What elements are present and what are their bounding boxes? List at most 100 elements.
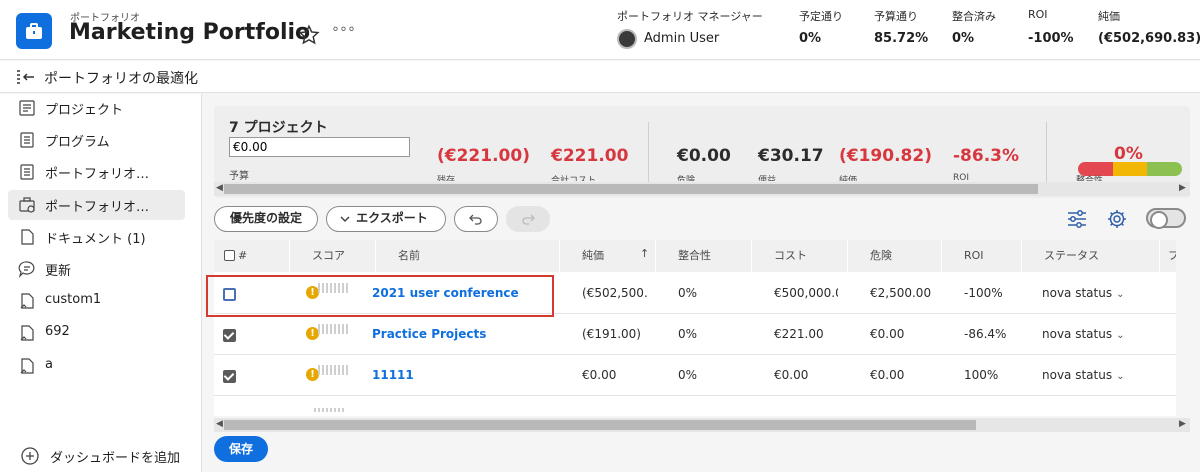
score-bars	[318, 365, 350, 375]
gear-icon[interactable]	[1106, 208, 1128, 230]
sidebar-item-label: プロジェクト	[45, 103, 124, 118]
net-value-label: 純価	[839, 176, 858, 181]
portfolio-header: ポートフォリオ Marketing Portfolio °°° ポートフォリオ …	[0, 0, 1200, 60]
view-toggle[interactable]	[1146, 208, 1186, 229]
cost-cell: €500,000.0	[774, 286, 838, 300]
net-value-cell: (€502,500.	[582, 286, 648, 300]
sub-header: ポートフォリオの最適化	[0, 61, 1200, 93]
sidebar-item-label: 更新	[45, 264, 72, 279]
risk-cell: €0.00	[870, 368, 905, 382]
custom-form-icon	[20, 293, 34, 309]
roi-label: ROI	[953, 173, 969, 181]
sliders-icon[interactable]	[1066, 208, 1088, 230]
sidebar-item-a[interactable]: a	[8, 351, 185, 381]
total-cost-label: 合計コスト	[551, 176, 597, 181]
column-header-score[interactable]: スコア	[290, 240, 376, 272]
risk-cell: €0.00	[870, 327, 905, 341]
favorite-star-icon[interactable]	[298, 24, 320, 46]
column-header-select[interactable]: #	[214, 240, 290, 272]
export-button[interactable]: エクスポート	[326, 206, 446, 232]
column-header-name[interactable]: 名前	[376, 240, 560, 272]
status-dropdown[interactable]: nova status ⌄	[1042, 327, 1124, 341]
total-cost-value: €221.00	[551, 146, 629, 166]
table-scrollbar[interactable]: ◀ ▶	[214, 418, 1190, 432]
table-row[interactable]: ! 11111 €0.00 0% €0.00 €0.00 100% nova s…	[214, 356, 1176, 396]
alignment-bar-green	[1146, 162, 1182, 176]
sidebar-item-692[interactable]: 692	[8, 318, 185, 348]
more-options-icon[interactable]: °°°	[332, 25, 356, 41]
sidebar-item-projects[interactable]: プロジェクト	[8, 93, 185, 123]
sidebar-item-custom1[interactable]: custom1	[8, 286, 185, 316]
table-row[interactable]: ! Practice Projects (€191.00) 0% €221.00…	[214, 315, 1176, 355]
chevron-down-icon	[340, 216, 350, 223]
sort-ascending-icon[interactable]: ↑	[640, 240, 649, 270]
undo-button[interactable]	[454, 206, 498, 232]
custom-form-icon	[20, 325, 34, 341]
project-name-link[interactable]: 2021 user conference	[372, 286, 519, 300]
redo-icon	[522, 214, 535, 225]
collapse-panel-icon[interactable]	[16, 69, 36, 85]
benefit-label: 便益	[758, 176, 777, 181]
project-name-link[interactable]: Practice Projects	[372, 327, 486, 341]
status-dropdown[interactable]: nova status ⌄	[1042, 286, 1124, 300]
scroll-left-icon[interactable]: ◀	[216, 419, 223, 429]
scroll-right-icon[interactable]: ▶	[1179, 419, 1186, 429]
sidebar-item-programs[interactable]: プログラム	[8, 125, 185, 155]
document-icon	[21, 229, 34, 245]
row-checkbox[interactable]	[223, 288, 236, 301]
avatar	[617, 29, 637, 49]
table-row[interactable]: ! 2021 user conference (€502,500. 0% €50…	[214, 274, 1176, 314]
export-label: エクスポート	[356, 211, 428, 225]
summary-scroll-thumb[interactable]	[224, 184, 1038, 194]
table-scroll-thumb[interactable]	[224, 420, 976, 430]
column-header-net-value[interactable]: 純価 ↑	[560, 240, 656, 272]
metric-roi-label: ROI	[1028, 8, 1048, 21]
status-label: nova status	[1042, 368, 1113, 382]
owner-name[interactable]: Admin User	[644, 31, 719, 46]
row-checkbox[interactable]	[223, 329, 236, 342]
metric-on-time-label: 予定通り	[799, 10, 843, 23]
chevron-down-icon: ⌄	[1116, 371, 1125, 382]
redo-button[interactable]	[506, 206, 550, 232]
column-header-roi[interactable]: ROI	[942, 240, 1022, 272]
column-header-label: 純価	[582, 249, 604, 262]
scroll-left-icon[interactable]: ◀	[216, 183, 223, 193]
column-header-next[interactable]: プ	[1160, 240, 1176, 272]
sidebar-item-label: ポートフォリオ…	[45, 167, 150, 182]
status-dropdown[interactable]: nova status ⌄	[1042, 368, 1124, 382]
risk-value: €0.00	[677, 146, 731, 166]
save-button[interactable]: 保存	[214, 436, 268, 462]
select-all-checkbox[interactable]	[224, 249, 235, 261]
budget-input[interactable]	[229, 137, 410, 157]
column-header-status[interactable]: ステータス	[1022, 240, 1160, 272]
column-header-label: #	[238, 249, 248, 262]
sidebar-item-portfolio-optimizer[interactable]: ポートフォリオ…	[8, 190, 185, 220]
column-header-cost[interactable]: コスト	[752, 240, 848, 272]
metric-aligned-value: 0%	[952, 31, 975, 46]
sidebar-item-updates[interactable]: 更新	[8, 254, 185, 284]
project-count-title: 7 プロジェクト	[229, 120, 328, 136]
cost-cell: €221.00	[774, 327, 824, 341]
scroll-right-icon[interactable]: ▶	[1179, 183, 1186, 193]
metric-net-value-value: (€502,690.83)	[1098, 31, 1200, 46]
column-header-risk[interactable]: 危険	[848, 240, 942, 272]
sidebar-item-portfolio-details[interactable]: ポートフォリオ…	[8, 157, 185, 187]
roi-cell: -86.4%	[964, 327, 1007, 341]
summary-scrollbar[interactable]: ◀ ▶	[214, 182, 1190, 196]
project-name-link[interactable]: 11111	[372, 368, 414, 382]
risk-cell: €2,500.00	[870, 286, 932, 300]
benefit-value: €30.17	[758, 146, 824, 166]
alignment-cell: 0%	[678, 327, 698, 341]
status-label: nova status	[1042, 327, 1113, 341]
portfolio-optimizer-icon	[19, 197, 35, 213]
summary-divider	[648, 122, 649, 182]
sidebar: プロジェクト プログラム ポートフォリオ… ポートフォリオ… ドキュメント (1…	[0, 94, 202, 472]
set-priority-button[interactable]: 優先度の設定	[214, 206, 318, 232]
budget-label: 予算	[229, 171, 249, 182]
row-checkbox[interactable]	[223, 370, 236, 383]
metric-net-value-label: 純価	[1098, 10, 1120, 23]
metric-on-budget-label: 予算通り	[874, 10, 918, 23]
sidebar-item-label: a	[45, 357, 53, 372]
column-header-alignment[interactable]: 整合性	[656, 240, 752, 272]
sidebar-item-documents[interactable]: ドキュメント (1)	[8, 222, 185, 252]
